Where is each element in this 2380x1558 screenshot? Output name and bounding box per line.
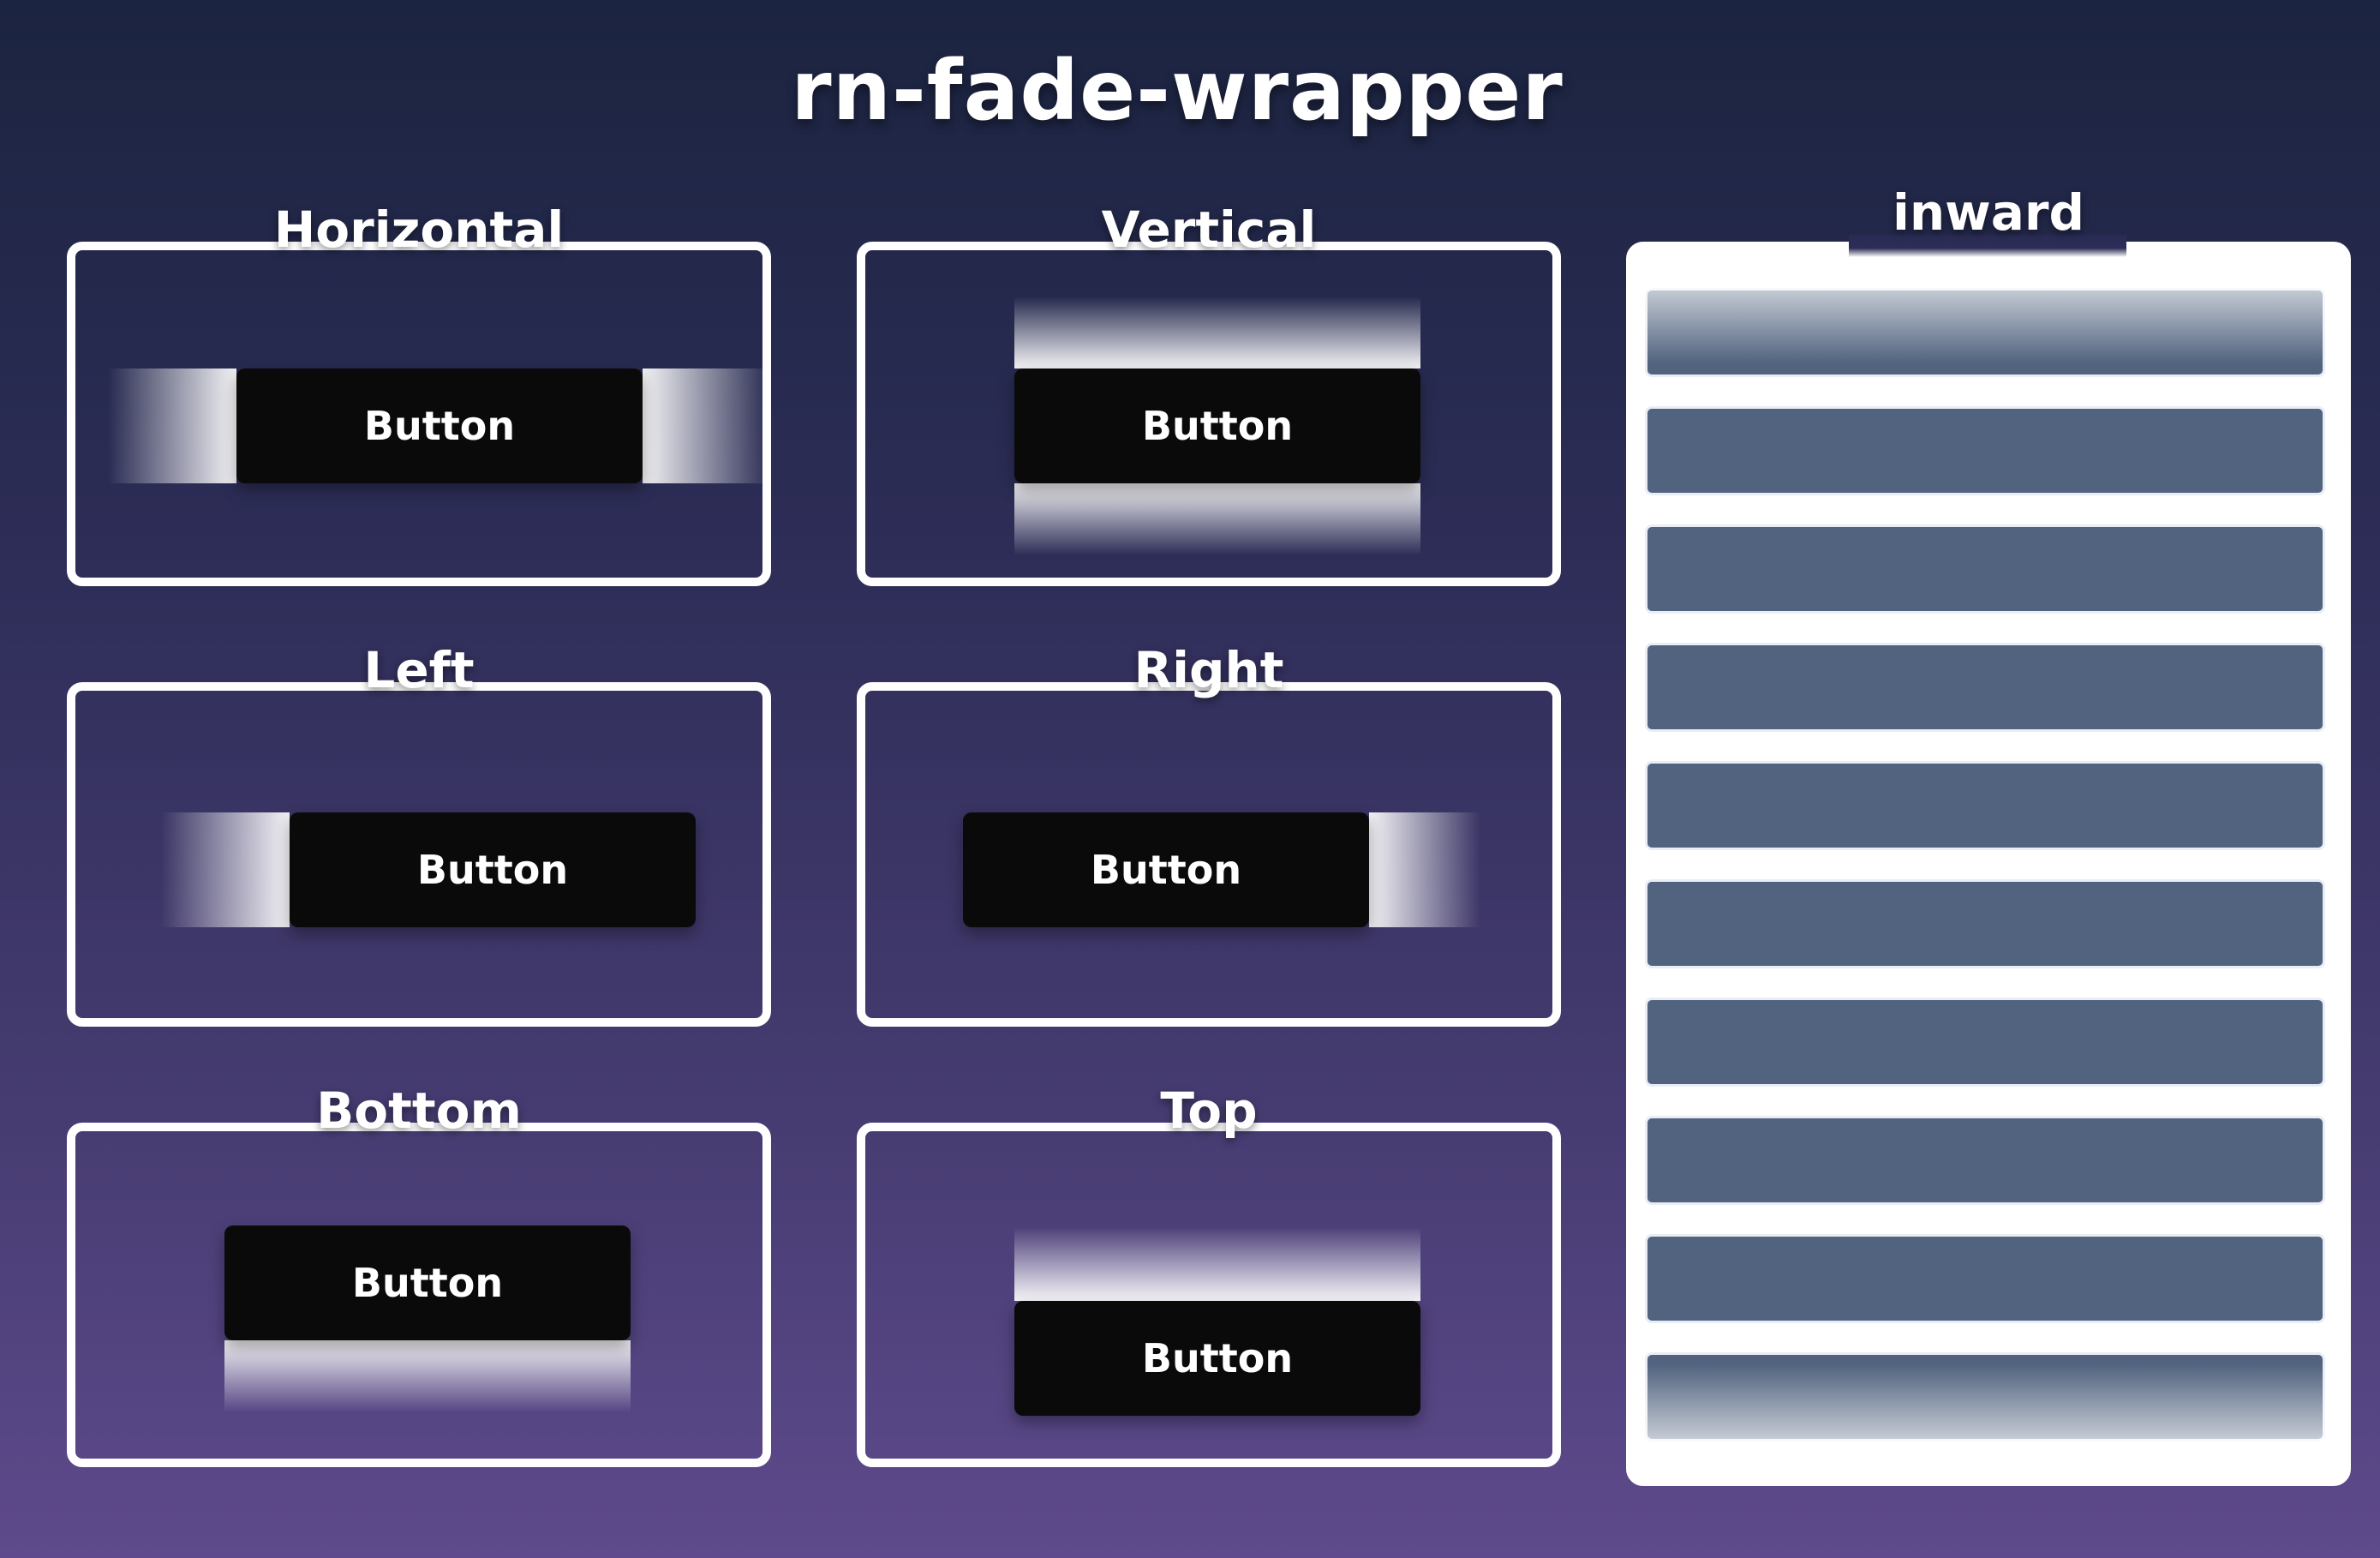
left-button[interactable]: Button	[290, 812, 696, 927]
list-item[interactable]	[1645, 998, 2325, 1087]
inward-label: inward	[1892, 183, 2084, 242]
left-demo-card: Left Button	[67, 641, 771, 1027]
list-item[interactable]	[1645, 1234, 2325, 1323]
bottom-card-label: Bottom	[316, 1082, 522, 1140]
top-button[interactable]: Button	[1014, 1301, 1420, 1416]
list-item[interactable]	[1645, 1116, 2325, 1205]
vertical-bottom-fade	[1014, 483, 1420, 555]
top-fade	[1014, 1227, 1420, 1301]
inward-top-fade	[1636, 252, 2341, 363]
left-fade	[161, 812, 290, 927]
inward-bottom-fade	[1636, 1364, 2341, 1476]
page-title: rn-fade-wrapper	[791, 43, 1564, 139]
list-item[interactable]	[1645, 524, 2325, 614]
top-demo-card: Top Button	[857, 1082, 1561, 1467]
vertical-demo-card: Vertical Button	[857, 201, 1561, 586]
horizontal-left-fade	[108, 369, 236, 483]
list-item[interactable]	[1645, 761, 2325, 850]
inward-scroll-list[interactable]	[1626, 242, 2351, 1486]
list-item[interactable]	[1645, 406, 2325, 495]
bottom-fade	[224, 1340, 631, 1412]
vertical-top-fade	[1014, 297, 1420, 369]
bottom-button[interactable]: Button	[224, 1225, 631, 1340]
left-card-label: Left	[363, 641, 475, 699]
right-card-label: Right	[1133, 641, 1284, 699]
horizontal-demo-card: Horizontal Button	[67, 201, 771, 586]
top-card-label: Top	[1160, 1082, 1258, 1140]
horizontal-right-fade	[643, 369, 771, 483]
right-button[interactable]: Button	[963, 812, 1369, 927]
vertical-card-label: Vertical	[1101, 201, 1317, 259]
vertical-button[interactable]: Button	[1014, 369, 1420, 483]
list-item[interactable]	[1645, 643, 2325, 732]
right-fade	[1369, 812, 1480, 927]
list-item[interactable]	[1645, 879, 2325, 968]
horizontal-card-label: Horizontal	[273, 201, 565, 259]
right-demo-card: Right Button	[857, 641, 1561, 1027]
horizontal-button[interactable]: Button	[236, 369, 643, 483]
bottom-demo-card: Bottom Button	[67, 1082, 771, 1467]
